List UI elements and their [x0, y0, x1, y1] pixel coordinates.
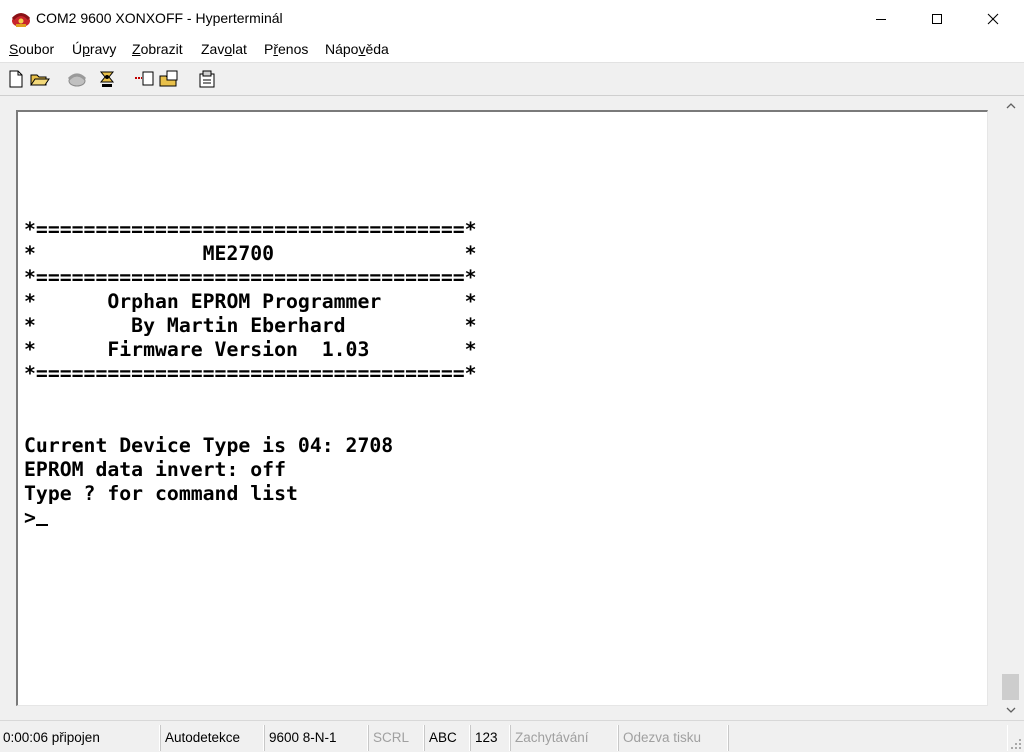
terminal-line: * By Martin Eberhard *	[24, 314, 477, 337]
scroll-up-icon[interactable]	[1000, 96, 1022, 116]
properties-icon[interactable]	[196, 68, 218, 90]
receive-icon[interactable]	[158, 68, 180, 90]
menu-bar: Soubor Úpravy Zobrazit Zavolat Přenos Ná…	[0, 38, 1024, 62]
terminal-line: Current Device Type is 04: 2708	[24, 434, 394, 457]
text-cursor	[35, 506, 48, 526]
disconnect-icon[interactable]	[96, 68, 118, 90]
scrollbar-thumb[interactable]	[1002, 674, 1019, 700]
menu-soubor[interactable]: Soubor	[9, 41, 54, 57]
status-bar: 0:00:06 připojen Autodetekce 9600 8-N-1 …	[0, 720, 1024, 752]
status-num: 123	[470, 725, 510, 751]
terminal-line: *====================================*	[24, 266, 477, 289]
status-capture: Zachytávání	[510, 725, 618, 751]
status-port-settings: 9600 8-N-1	[264, 725, 368, 751]
status-scrl: SCRL	[368, 725, 424, 751]
call-icon[interactable]	[66, 68, 88, 90]
prompt-symbol: >	[24, 506, 36, 529]
scroll-down-icon[interactable]	[1000, 700, 1022, 720]
status-abc: ABC	[424, 725, 470, 751]
menu-prenos[interactable]: Přenos	[264, 41, 308, 57]
close-button[interactable]	[970, 0, 1016, 38]
status-print-echo: Odezva tisku	[618, 725, 728, 751]
terminal-window[interactable]: *====================================* * …	[16, 110, 988, 706]
terminal-line: * Orphan EPROM Programmer *	[24, 290, 477, 313]
terminal-line: EPROM data invert: off	[24, 458, 287, 481]
menu-napoveda[interactable]: Nápověda	[325, 41, 389, 57]
minimize-button[interactable]	[858, 0, 904, 38]
terminal-output[interactable]: *====================================* * …	[24, 170, 477, 530]
terminal-line: *====================================*	[24, 218, 477, 241]
client-area: *====================================* * …	[0, 96, 1024, 720]
send-icon[interactable]	[133, 68, 155, 90]
title-bar[interactable]: COM2 9600 XONXOFF - Hyperterminál	[0, 0, 1024, 38]
menu-zavolat[interactable]: Zavolat	[201, 41, 247, 57]
open-folder-icon[interactable]	[29, 68, 51, 90]
terminal-line: Type ? for command list	[24, 482, 298, 505]
maximize-button[interactable]	[914, 0, 960, 38]
terminal-line: * Firmware Version 1.03 *	[24, 338, 477, 361]
vertical-scrollbar[interactable]	[1000, 96, 1022, 720]
terminal-line: * ME2700 *	[24, 242, 477, 265]
new-file-icon[interactable]	[5, 68, 27, 90]
resize-grip-icon[interactable]	[1008, 736, 1022, 750]
terminal-prompt: >	[24, 506, 477, 530]
menu-zobrazit[interactable]: Zobrazit	[132, 41, 183, 57]
window-title: COM2 9600 XONXOFF - Hyperterminál	[36, 10, 283, 26]
terminal-line: *====================================*	[24, 362, 477, 385]
menu-upravy[interactable]: Úpravy	[72, 41, 116, 57]
hyperterminal-phone-icon[interactable]	[10, 8, 32, 30]
status-connection: 0:00:06 připojen	[0, 725, 160, 751]
status-empty	[728, 725, 1008, 751]
toolbar	[0, 62, 1024, 96]
status-detect: Autodetekce	[160, 725, 264, 751]
